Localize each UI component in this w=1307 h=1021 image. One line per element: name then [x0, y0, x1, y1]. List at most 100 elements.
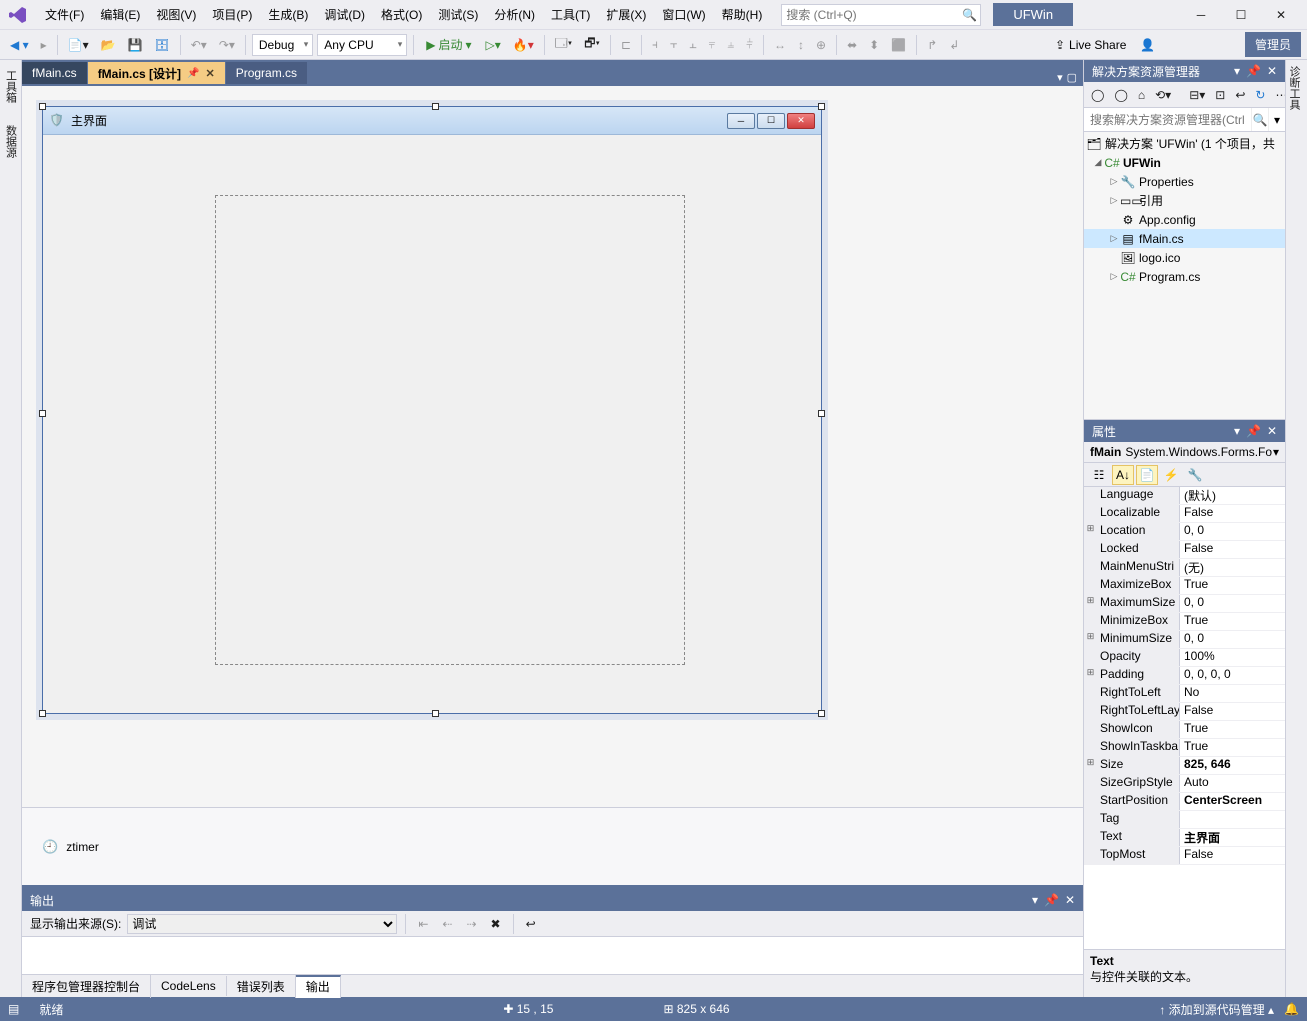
- redo-button[interactable]: ↷▾: [215, 34, 239, 56]
- property-row[interactable]: MainMenuStri(无): [1084, 559, 1285, 577]
- search-icon[interactable]: 🔍: [1251, 108, 1268, 131]
- sln-home-button[interactable]: ⌂: [1135, 86, 1148, 104]
- property-value[interactable]: False: [1180, 541, 1285, 558]
- menu-tools[interactable]: 工具(T): [544, 2, 597, 27]
- expand-icon[interactable]: [1084, 685, 1098, 702]
- property-value[interactable]: True: [1180, 739, 1285, 756]
- open-button[interactable]: 📂: [97, 34, 120, 56]
- expand-icon[interactable]: [1084, 721, 1098, 738]
- tab-close-icon[interactable]: ✕: [205, 67, 214, 80]
- minimize-button[interactable]: ─: [1181, 2, 1221, 28]
- menu-file[interactable]: 文件(F): [38, 2, 91, 27]
- properties-grid[interactable]: Language(默认)LocalizableFalse⊞Location0, …: [1084, 487, 1285, 949]
- properties-target[interactable]: fMainSystem.Windows.Forms.Fo▾: [1084, 442, 1285, 463]
- tab-codelens[interactable]: CodeLens: [151, 976, 227, 996]
- search-input[interactable]: [786, 8, 962, 22]
- tab-program[interactable]: Program.cs: [226, 62, 307, 84]
- new-project-button[interactable]: 📄▾: [64, 34, 93, 56]
- menu-view[interactable]: 视图(V): [149, 2, 203, 27]
- output-clear-button[interactable]: ✖: [487, 913, 505, 935]
- expand-icon[interactable]: [1084, 775, 1098, 792]
- tree-solution-root[interactable]: 🗂 解决方案 'UFWin' (1 个项目，共: [1084, 134, 1285, 153]
- property-value[interactable]: 0, 0: [1180, 595, 1285, 612]
- property-value[interactable]: True: [1180, 613, 1285, 630]
- menu-analyze[interactable]: 分析(N): [487, 2, 542, 27]
- property-value[interactable]: 0, 0: [1180, 631, 1285, 648]
- property-row[interactable]: MaximizeBoxTrue: [1084, 577, 1285, 595]
- expand-icon[interactable]: [1084, 703, 1098, 720]
- nav-back-button[interactable]: ◀ ▾: [6, 34, 33, 56]
- expand-icon[interactable]: [1084, 505, 1098, 522]
- panel-dropdown-icon[interactable]: ▾: [1234, 64, 1240, 78]
- property-row[interactable]: ⊞MinimumSize0, 0: [1084, 631, 1285, 649]
- sln-refresh-button[interactable]: ↻: [1252, 86, 1268, 104]
- property-row[interactable]: LockedFalse: [1084, 541, 1285, 559]
- expand-icon[interactable]: ⊞: [1084, 523, 1098, 540]
- sln-fwd-button[interactable]: ◯: [1111, 86, 1130, 104]
- component-tray[interactable]: 🕘 ztimer: [22, 807, 1083, 885]
- property-value[interactable]: True: [1180, 721, 1285, 738]
- expand-icon[interactable]: ⊞: [1084, 631, 1098, 648]
- tree-appconfig[interactable]: ⚙ App.config: [1084, 210, 1285, 229]
- expand-icon[interactable]: [1084, 649, 1098, 666]
- tab-package-console[interactable]: 程序包管理器控制台: [22, 975, 151, 998]
- source-control-button[interactable]: ↑ 添加到源代码管理 ▴: [1159, 1001, 1274, 1018]
- sln-search-input[interactable]: [1084, 108, 1251, 131]
- property-value[interactable]: No: [1180, 685, 1285, 702]
- property-row[interactable]: RightToLeftLayFalse: [1084, 703, 1285, 721]
- notifications-icon[interactable]: 🔔: [1284, 1002, 1299, 1016]
- expand-icon[interactable]: [1084, 829, 1098, 846]
- tree-program[interactable]: ▷ C# Program.cs: [1084, 267, 1285, 286]
- tab-output[interactable]: 输出: [296, 975, 341, 998]
- pin-icon[interactable]: 📌: [187, 68, 199, 79]
- property-row[interactable]: ⊞Size825, 646: [1084, 757, 1285, 775]
- form-preview[interactable]: 🛡️ 主界面 ─ ☐ ✕: [42, 106, 822, 714]
- resize-handle[interactable]: [818, 710, 825, 717]
- property-row[interactable]: ⊞Padding0, 0, 0, 0: [1084, 667, 1285, 685]
- tab-fmain-designer[interactable]: fMain.cs [设计] 📌 ✕: [88, 62, 225, 84]
- properties-button[interactable]: 📄: [1136, 465, 1158, 485]
- output-source-combo[interactable]: 调试: [127, 914, 397, 934]
- expand-icon[interactable]: ▷: [1108, 195, 1120, 206]
- property-value[interactable]: 0, 0: [1180, 523, 1285, 540]
- admin-badge[interactable]: 管理员: [1245, 32, 1301, 57]
- tab-dropdown-icon[interactable]: ▾: [1057, 71, 1063, 84]
- undo-button[interactable]: ↶▾: [187, 34, 211, 56]
- property-row[interactable]: LocalizableFalse: [1084, 505, 1285, 523]
- quick-launch-search[interactable]: 🔍: [781, 4, 981, 26]
- panel-pin-icon[interactable]: 📌: [1044, 893, 1059, 907]
- property-row[interactable]: Tag: [1084, 811, 1285, 829]
- tab-error-list[interactable]: 错误列表: [227, 975, 296, 998]
- expand-icon[interactable]: [1084, 541, 1098, 558]
- panel-dropdown-icon[interactable]: ▾: [1234, 424, 1240, 438]
- property-value[interactable]: 825, 646: [1180, 757, 1285, 774]
- start-without-debug-button[interactable]: ▷▾: [482, 34, 505, 56]
- search-dropdown-icon[interactable]: ▾: [1268, 108, 1285, 131]
- property-row[interactable]: TopMostFalse: [1084, 847, 1285, 865]
- platform-combo[interactable]: Any CPU: [317, 34, 407, 56]
- events-button[interactable]: ⚡: [1160, 465, 1182, 485]
- expand-icon[interactable]: ▷: [1108, 176, 1120, 187]
- expand-icon[interactable]: ▷: [1108, 233, 1120, 244]
- tab-window-icon[interactable]: ▢: [1067, 71, 1077, 84]
- close-button[interactable]: ✕: [1261, 2, 1301, 28]
- property-row[interactable]: SizeGripStyleAuto: [1084, 775, 1285, 793]
- property-row[interactable]: Language(默认): [1084, 487, 1285, 505]
- tree-fmain[interactable]: ▷ ▤ fMain.cs: [1084, 229, 1285, 248]
- property-row[interactable]: RightToLeftNo: [1084, 685, 1285, 703]
- expand-icon[interactable]: [1084, 487, 1098, 504]
- sln-showall-button[interactable]: ⊡: [1212, 86, 1228, 104]
- menu-edit[interactable]: 编辑(E): [93, 2, 147, 27]
- expand-icon[interactable]: ⊞: [1084, 667, 1098, 684]
- output-wrap-button[interactable]: ↩: [522, 913, 540, 935]
- menu-test[interactable]: 测试(S): [431, 2, 485, 27]
- panel-close-icon[interactable]: ✕: [1267, 64, 1277, 78]
- property-value[interactable]: [1180, 811, 1285, 828]
- datasources-tab[interactable]: 数据源: [3, 119, 19, 164]
- menu-format[interactable]: 格式(O): [374, 2, 429, 27]
- tree-project[interactable]: ◢ C# UFWin: [1084, 153, 1285, 172]
- status-output-icon[interactable]: ▤: [8, 1002, 19, 1016]
- tray-component-label[interactable]: ztimer: [66, 840, 99, 854]
- diagnostics-tab[interactable]: 诊断工具: [1286, 60, 1302, 116]
- tab-fmain-code[interactable]: fMain.cs: [22, 62, 87, 84]
